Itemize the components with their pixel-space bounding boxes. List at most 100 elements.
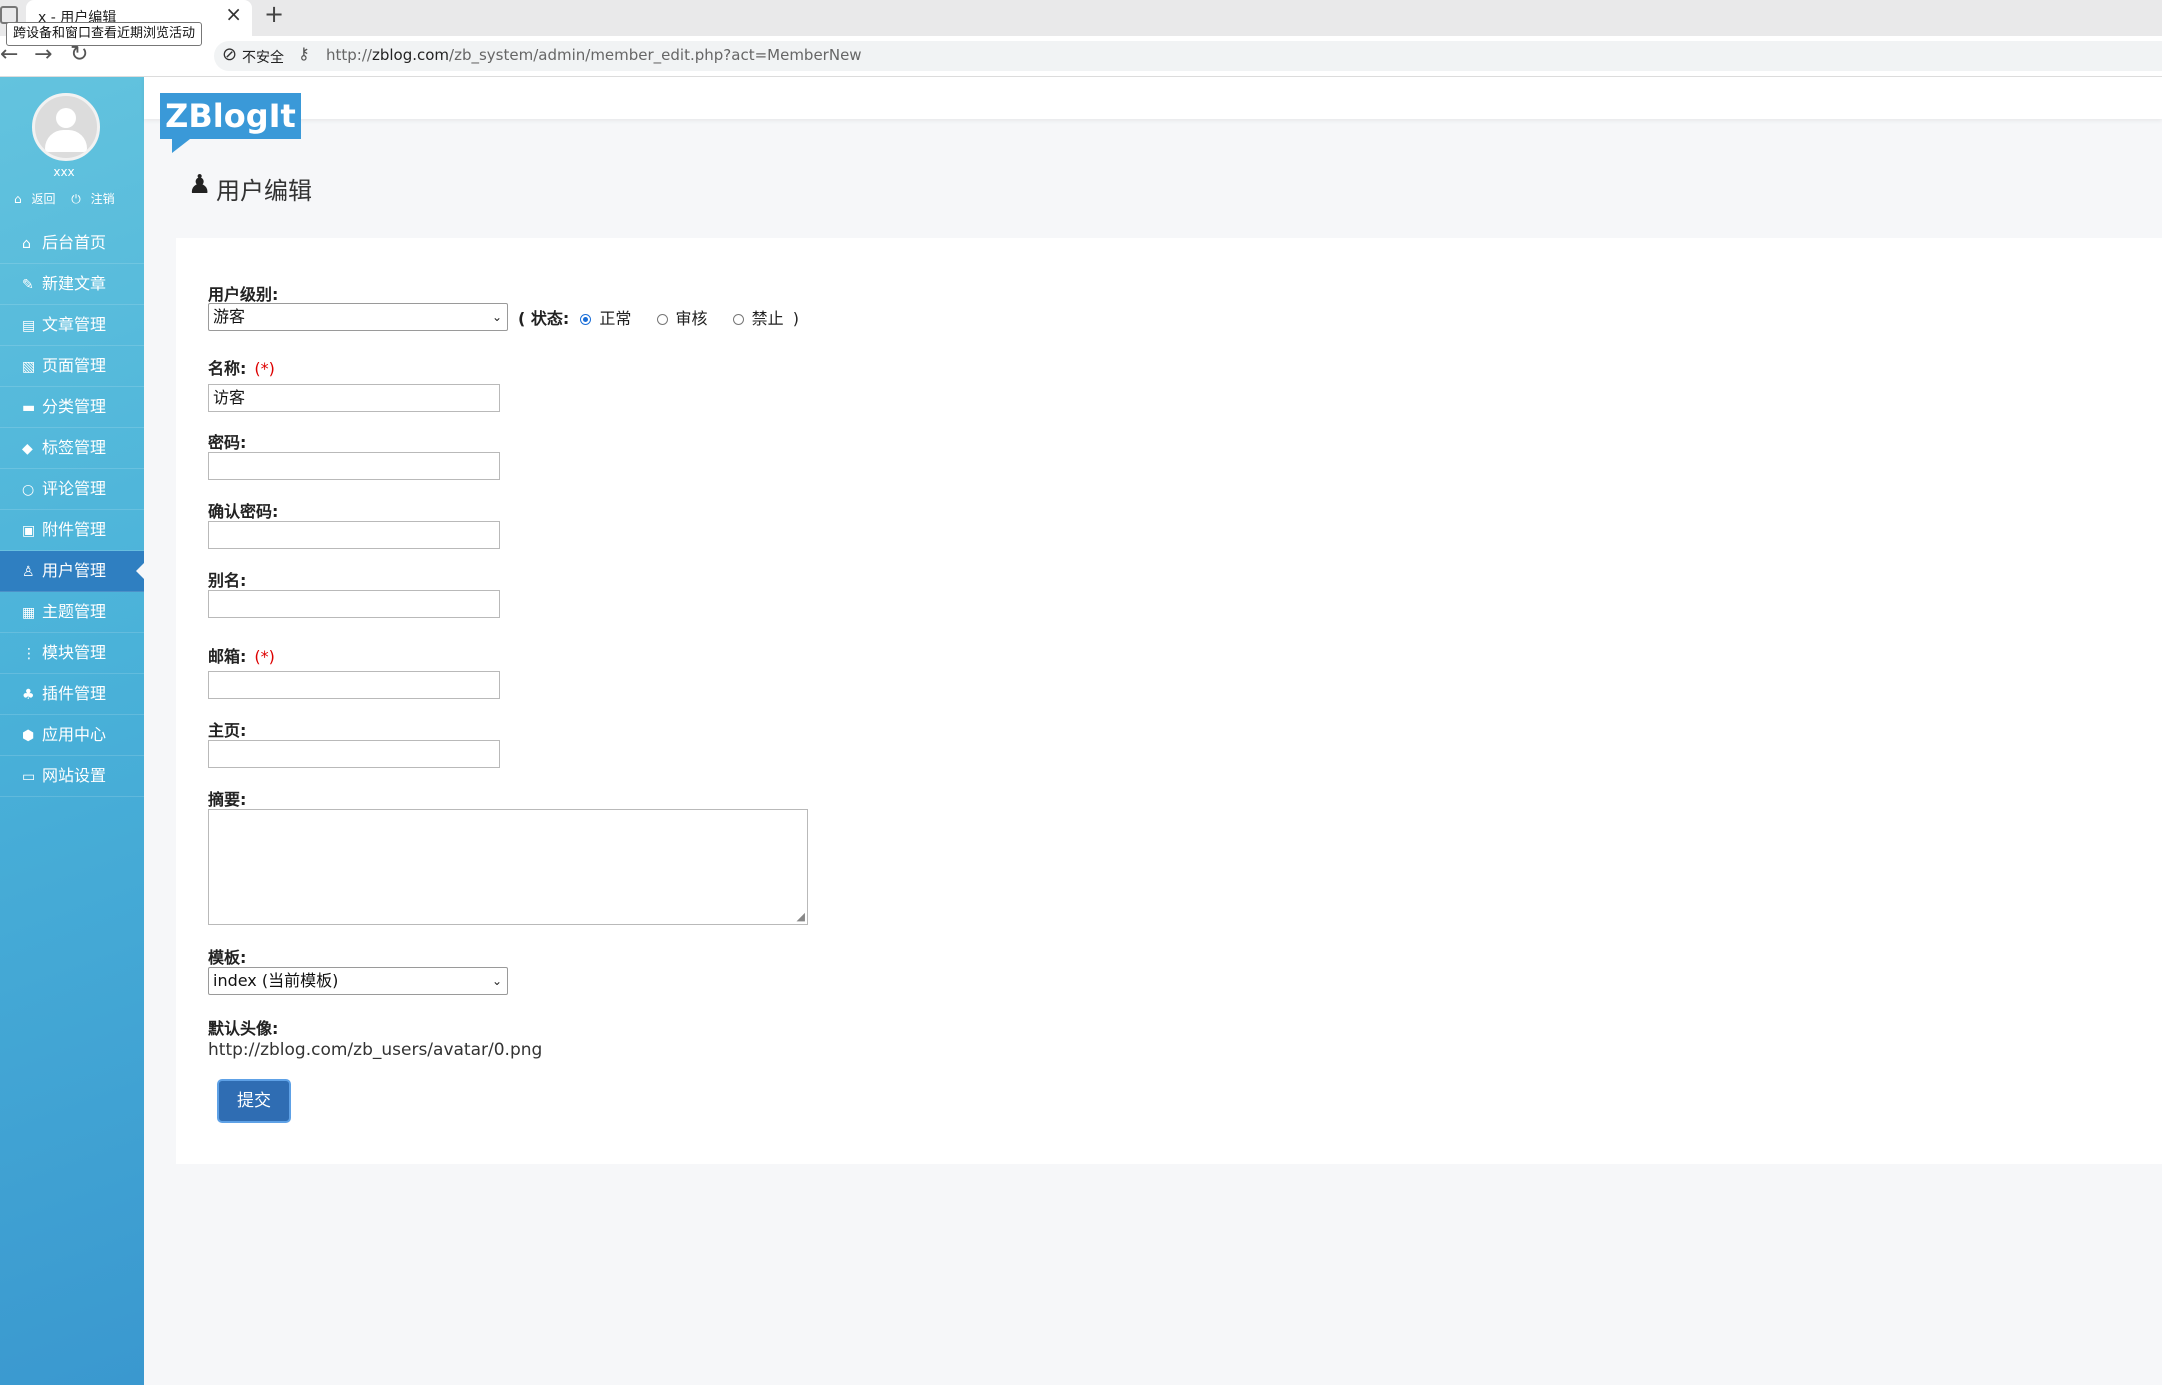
app-center-icon: ⬢ bbox=[22, 728, 35, 744]
alias-label: 别名: bbox=[208, 571, 247, 590]
sidebar-item-label: 网站设置 bbox=[42, 766, 107, 785]
status-label: ( 状态: bbox=[518, 309, 570, 328]
sidebar-item-label: 页面管理 bbox=[42, 356, 107, 375]
username[interactable]: xxx bbox=[0, 165, 128, 179]
status-option-review[interactable]: 审核 bbox=[676, 309, 708, 328]
sidebar-item-label: 标签管理 bbox=[42, 438, 107, 457]
required-mark: (*) bbox=[254, 647, 275, 666]
chevron-down-icon: ⌄ bbox=[491, 974, 502, 988]
alias-field[interactable] bbox=[208, 590, 500, 618]
top-header bbox=[144, 77, 2162, 119]
confirm-password-label: 确认密码: bbox=[208, 502, 279, 521]
sidebar-item-new-post[interactable]: ✎ 新建文章 bbox=[0, 264, 144, 305]
confirm-password-field[interactable] bbox=[208, 521, 500, 549]
sidebar-item-label: 文章管理 bbox=[42, 315, 107, 334]
sidebar-item-label: 应用中心 bbox=[42, 725, 107, 744]
url-scheme: http:// bbox=[326, 46, 372, 64]
power-icon: ⏻ bbox=[71, 192, 81, 206]
sidebar-item-folder[interactable]: ▬ 分类管理 bbox=[0, 387, 144, 428]
password-label: 密码: bbox=[208, 433, 247, 452]
settings-icon: ▭ bbox=[22, 769, 36, 785]
sidebar-item-pages[interactable]: ▧ 页面管理 bbox=[0, 346, 144, 387]
sidebar-item-label: 后台首页 bbox=[42, 233, 107, 252]
logo: ZBlogIt bbox=[160, 93, 301, 139]
sidebar-item-plugin[interactable]: ♣ 插件管理 bbox=[0, 674, 144, 715]
template-label: 模板: bbox=[208, 948, 247, 967]
close-icon[interactable]: × bbox=[225, 2, 242, 26]
articles-icon: ▤ bbox=[22, 318, 36, 334]
url-host: zblog.com bbox=[371, 46, 450, 64]
module-icon: ⋮ bbox=[22, 646, 36, 662]
home-icon: ⌂ bbox=[22, 236, 31, 252]
avatar[interactable] bbox=[32, 93, 100, 161]
security-label[interactable]: 不安全 bbox=[242, 47, 284, 67]
comment-icon: ○ bbox=[22, 482, 35, 498]
level-select-value: 游客 bbox=[213, 307, 246, 326]
sidebar-item-label: 分类管理 bbox=[42, 397, 107, 416]
user-icon: ♟ bbox=[188, 170, 212, 200]
template-select[interactable]: index (当前模板) ⌄ bbox=[208, 967, 508, 995]
sidebar-item-articles[interactable]: ▤ 文章管理 bbox=[0, 305, 144, 346]
sidebar-item-label: 模块管理 bbox=[42, 643, 107, 662]
avatar-label: 默认头像: bbox=[208, 1019, 279, 1038]
status-close-paren: ) bbox=[792, 309, 799, 328]
intro-textarea[interactable]: ◢ bbox=[208, 809, 808, 925]
sidebar-menu: ⌂ 后台首页 ✎ 新建文章 ▤ 文章管理 ▧ 页面管理 ▬ 分类管理 ◆ 标签管理 ○ 评论管理 ▣ 附件管理… bbox=[0, 223, 144, 797]
form-card bbox=[176, 238, 2162, 1164]
sidebar-item-home[interactable]: ⌂ 后台首页 bbox=[0, 223, 144, 264]
resize-handle-icon[interactable]: ◢ bbox=[797, 910, 805, 923]
url-text[interactable]: http://zblog.com/zb_system/admin/member_… bbox=[326, 46, 862, 64]
submit-button[interactable]: 提交 bbox=[217, 1079, 291, 1123]
sidebar-item-module[interactable]: ⋮ 模块管理 bbox=[0, 633, 144, 674]
back-link-label: 返回 bbox=[31, 192, 56, 206]
template-select-value: index (当前模板) bbox=[213, 971, 339, 990]
sidebar-item-attachment[interactable]: ▣ 附件管理 bbox=[0, 510, 144, 551]
level-label: 用户级别: bbox=[208, 285, 279, 304]
user-links: ⌂ 返回 ⏻ 注销 bbox=[14, 190, 127, 207]
password-field[interactable] bbox=[208, 452, 500, 480]
url-path: /zb_system/admin/member_edit.php?act=Mem… bbox=[449, 46, 862, 64]
status-group: ( 状态: 正常 审核 禁止 ) bbox=[518, 305, 799, 329]
level-select[interactable]: 游客 ⌄ bbox=[208, 303, 508, 331]
sidebar-item-comment[interactable]: ○ 评论管理 bbox=[0, 469, 144, 510]
sidebar-item-label: 附件管理 bbox=[42, 520, 107, 539]
status-option-banned[interactable]: 禁止 bbox=[752, 309, 784, 328]
email-label: 邮箱: (*) bbox=[208, 643, 275, 667]
back-link[interactable]: ⌂ 返回 bbox=[14, 192, 61, 206]
new-tab-icon[interactable]: + bbox=[264, 0, 284, 28]
avatar-head-shape bbox=[56, 108, 76, 128]
name-field[interactable]: 访客 bbox=[208, 384, 500, 412]
email-field[interactable] bbox=[208, 671, 500, 699]
logo-tail-shape bbox=[172, 139, 190, 153]
intro-label: 摘要: bbox=[208, 790, 247, 809]
status-radio-normal[interactable] bbox=[580, 314, 592, 325]
status-radio-banned[interactable] bbox=[732, 314, 744, 325]
theme-icon: ▦ bbox=[22, 605, 36, 621]
address-bar: ← → ↻ ⊘ 不安全 ⚷ http://zblog.com/zb_system… bbox=[0, 36, 2162, 77]
sidebar-item-user[interactable]: ♙ 用户管理 bbox=[0, 551, 144, 592]
shield-icon[interactable]: ⊘ bbox=[222, 44, 237, 65]
sidebar-item-theme[interactable]: ▦ 主题管理 bbox=[0, 592, 144, 633]
home-icon: ⌂ bbox=[14, 192, 22, 206]
email-label-text: 邮箱: bbox=[208, 647, 247, 666]
homepage-field[interactable] bbox=[208, 740, 500, 768]
sidebar-item-label: 插件管理 bbox=[42, 684, 107, 703]
plugin-icon: ♣ bbox=[22, 687, 35, 703]
tag-icon: ◆ bbox=[22, 441, 33, 457]
logout-link[interactable]: ⏻ 注销 bbox=[71, 192, 120, 206]
avatar-url: http://zblog.com/zb_users/avatar/0.png bbox=[208, 1040, 543, 1060]
page-title: 用户编辑 bbox=[216, 177, 312, 205]
sidebar-item-settings[interactable]: ▭ 网站设置 bbox=[0, 756, 144, 797]
tooltip: 跨设备和窗口查看近期浏览活动 bbox=[6, 22, 203, 46]
key-icon[interactable]: ⚷ bbox=[298, 44, 310, 63]
status-option-normal[interactable]: 正常 bbox=[599, 309, 631, 328]
sidebar-item-tag[interactable]: ◆ 标签管理 bbox=[0, 428, 144, 469]
sidebar: xxx ⌂ 返回 ⏻ 注销 ⌂ 后台首页 ✎ 新建文章 ▤ 文章管理 ▧ 页面管理 ▬ 分类管理 ◆… bbox=[0, 77, 144, 1385]
chevron-down-icon: ⌄ bbox=[491, 310, 502, 324]
required-mark: (*) bbox=[254, 359, 275, 378]
sidebar-item-app-center[interactable]: ⬢ 应用中心 bbox=[0, 715, 144, 756]
status-radio-review[interactable] bbox=[656, 314, 668, 325]
sidebar-item-label: 评论管理 bbox=[42, 479, 107, 498]
attachment-icon: ▣ bbox=[22, 523, 36, 539]
name-label-text: 名称: bbox=[208, 359, 247, 378]
